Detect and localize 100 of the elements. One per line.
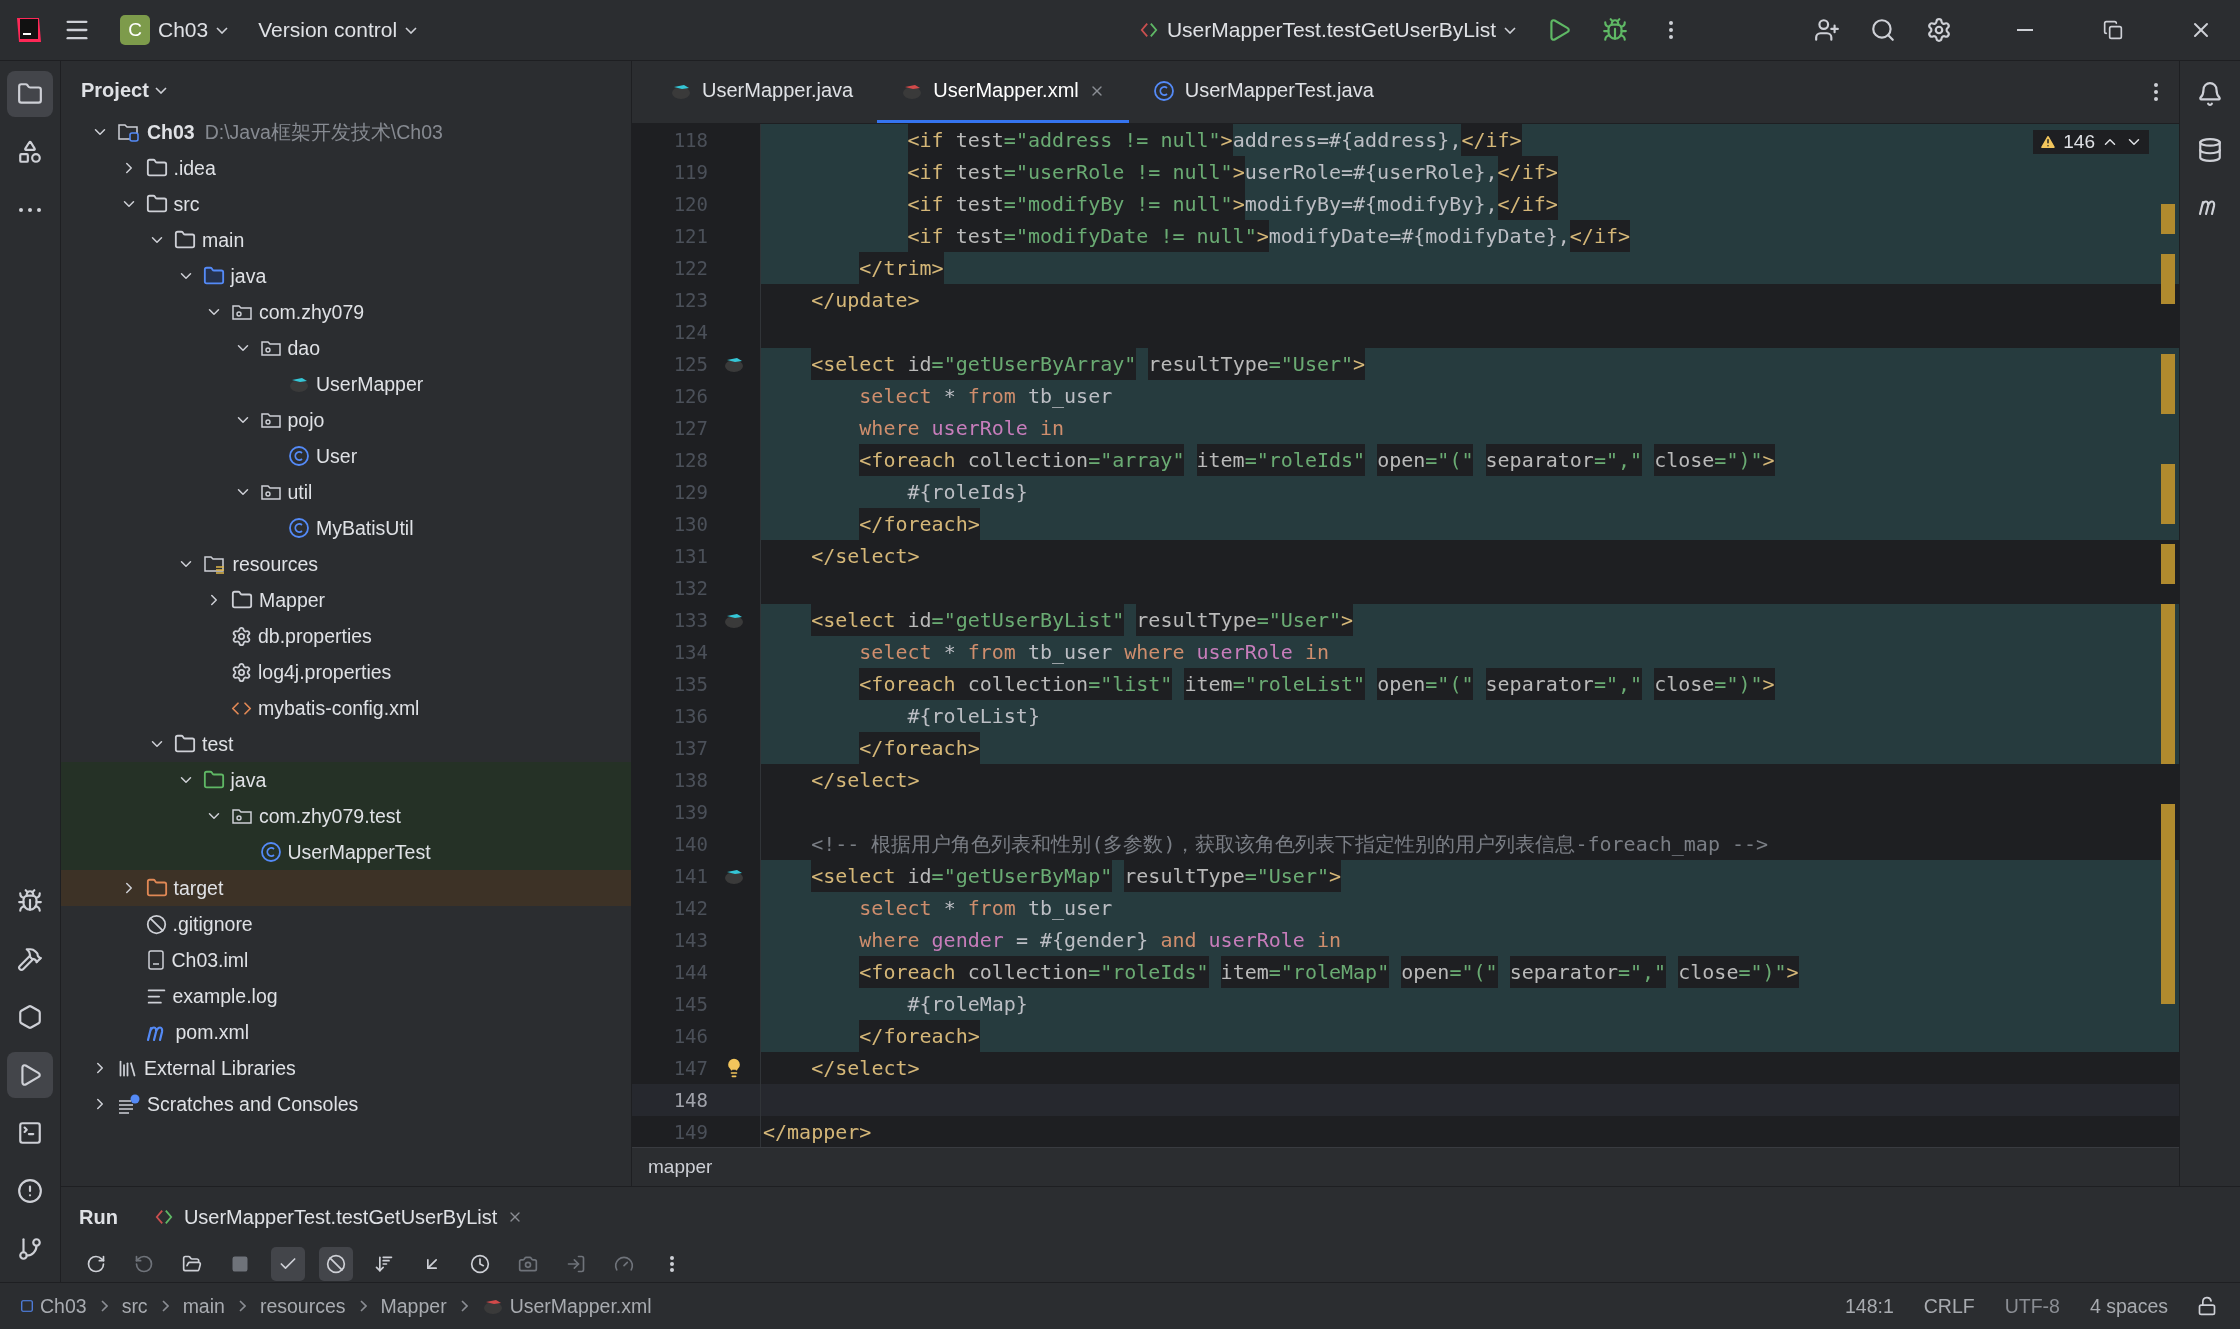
path-crumb[interactable]: resources <box>259 1294 346 1318</box>
tree-item[interactable]: main <box>61 222 631 258</box>
tree-item[interactable]: dao <box>61 330 631 366</box>
tree-item[interactable]: target <box>61 870 631 906</box>
package-folder-icon <box>259 482 282 502</box>
more-icon <box>1669 21 1673 39</box>
tree-item-label: .idea <box>173 156 216 180</box>
code-token: userRole <box>931 415 1028 442</box>
folder-icon <box>145 193 168 215</box>
separator-icon <box>238 1300 246 1312</box>
tree-item[interactable]: db.properties <box>61 618 631 654</box>
run-tab[interactable]: UserMapperTest.testGetUserByList <box>147 1204 530 1230</box>
tree-item[interactable]: src <box>61 186 631 222</box>
tree-item[interactable]: MyBatisUtil <box>61 510 631 546</box>
tree-item[interactable]: Mapper <box>61 582 631 618</box>
tree-item[interactable]: Scratches and Consoles <box>61 1086 631 1122</box>
code-token: modifyBy=#{modifyBy}, <box>1244 191 1498 218</box>
code-token: where <box>859 927 921 954</box>
tool-window-button[interactable] <box>7 71 53 117</box>
path-crumb[interactable]: UserMapper.xml <box>481 1294 652 1318</box>
code-token: ="array" <box>1088 444 1185 476</box>
tree-item[interactable]: Ch03 D:\Java框架开发技术\Ch03 <box>61 114 631 150</box>
module-switcher[interactable]: C Ch03 <box>110 9 239 51</box>
bell-icon <box>2197 81 2223 107</box>
file-encoding[interactable]: UTF-8 <box>1996 1294 2068 1318</box>
code-token: resultType <box>1136 604 1257 636</box>
import-icon <box>566 1254 586 1274</box>
tree-item[interactable]: log4j.properties <box>61 654 631 690</box>
tree-item-label: java <box>230 768 267 792</box>
file-icon <box>145 949 166 971</box>
tree-item[interactable]: test <box>61 726 631 762</box>
path-crumb[interactable]: Mapper <box>380 1294 447 1318</box>
ignore-icon <box>326 1254 346 1274</box>
line-separator[interactable]: CRLF <box>1915 1294 1983 1318</box>
code-token: collection <box>967 956 1089 988</box>
code-token: test <box>955 156 1004 188</box>
code-token: resultType <box>1124 860 1245 892</box>
code-token: tb_user <box>1027 895 1113 922</box>
chevron-down-icon <box>405 26 418 34</box>
run-config-selector[interactable]: UserMapperTest.testGetUserByList <box>1128 12 1526 48</box>
tree-item[interactable]: UserMapperTest <box>61 834 631 870</box>
tree-item-label: UserMapper <box>316 372 424 396</box>
path-crumb[interactable]: Ch03 <box>20 1294 87 1318</box>
view-mode-dropdown[interactable]: Project <box>61 61 187 114</box>
code-token: test <box>955 124 1004 156</box>
tree-item[interactable]: example.log <box>61 978 631 1014</box>
code-token: </if> <box>1461 124 1522 156</box>
tree-item-label: java <box>230 264 267 288</box>
module-folder-icon <box>117 121 141 143</box>
tree-item[interactable]: com.zhy079.test <box>61 798 631 834</box>
path-crumb[interactable]: main <box>182 1294 225 1318</box>
tree-item[interactable]: java <box>61 762 631 798</box>
code-token: #{roleIds} <box>907 479 1028 506</box>
path-crumb[interactable]: src <box>121 1294 148 1318</box>
show-ignored-button[interactable] <box>319 1247 353 1281</box>
more-icon <box>2154 83 2158 101</box>
editor-breadcrumb[interactable]: mapper <box>648 1156 713 1178</box>
tree-item-label: pojo <box>287 408 325 432</box>
separator-icon <box>359 1300 367 1312</box>
tree-item[interactable]: java <box>61 258 631 294</box>
show-passed-button[interactable] <box>271 1247 305 1281</box>
indent-setting[interactable]: 4 spaces <box>2081 1294 2176 1318</box>
tree-item[interactable]: pom.xml <box>61 1014 631 1050</box>
tree-item-label: test <box>202 732 234 756</box>
folder-icon <box>202 769 225 791</box>
code-token: where <box>859 415 921 442</box>
tree-item[interactable]: Ch03.iml <box>61 942 631 978</box>
tree-item[interactable]: pojo <box>61 402 631 438</box>
code-token: ="modifyBy != null" <box>1003 188 1233 220</box>
code-token: </select> <box>811 767 920 794</box>
tree-item[interactable]: .idea <box>61 150 631 186</box>
tree-item[interactable]: UserMapper <box>61 366 631 402</box>
code-token: > <box>1353 348 1366 380</box>
scratches-icon <box>117 1093 141 1115</box>
code-token: item <box>1184 668 1233 700</box>
code-token: open <box>1377 668 1426 700</box>
warnings-indicator[interactable]: 146 <box>2033 130 2149 154</box>
tree-item[interactable]: com.zhy079 <box>61 294 631 330</box>
gear-icon <box>231 625 252 647</box>
code-token: =")" <box>1714 444 1763 476</box>
code-token: ="userRole != null" <box>1003 156 1233 188</box>
tree-item[interactable]: resources <box>61 546 631 582</box>
tree-item[interactable]: External Libraries <box>61 1050 631 1086</box>
tool-window-button[interactable] <box>7 1052 53 1098</box>
code-token: ="(" <box>1425 444 1474 476</box>
folder-icon <box>17 81 43 107</box>
chevron-down-icon <box>216 26 229 34</box>
tree-item[interactable]: .gitignore <box>61 906 631 942</box>
editor-tab[interactable]: UserMapper.java <box>646 61 878 123</box>
vcs-selector[interactable]: Version control <box>248 12 428 48</box>
code-token: userRole <box>1208 927 1305 954</box>
caret-position[interactable]: 148:1 <box>1836 1294 1902 1318</box>
tree-item-label: src <box>173 192 200 216</box>
more-icon <box>670 1256 674 1272</box>
tree-item[interactable]: util <box>61 474 631 510</box>
code-token: open <box>1377 444 1426 476</box>
editor-tab[interactable]: UserMapperTest.java <box>1128 61 1398 123</box>
tree-item[interactable]: User <box>61 438 631 474</box>
code-token: and <box>1160 927 1198 954</box>
tree-item[interactable]: mybatis-config.xml <box>61 690 631 726</box>
